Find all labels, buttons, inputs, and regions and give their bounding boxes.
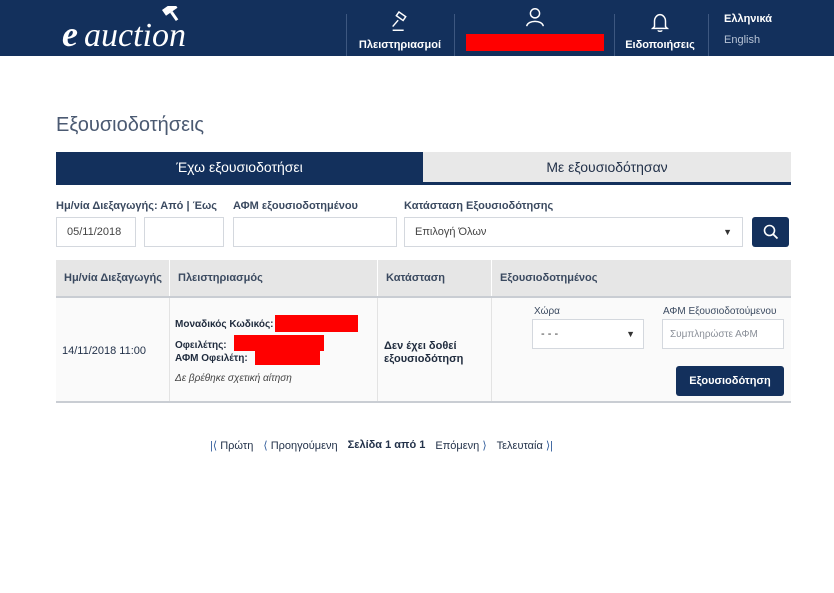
country-label: Χώρα (534, 306, 560, 317)
pagination-current: Σελίδα 1 από 1 (347, 439, 426, 451)
authorization-tabs: Έχω εξουσιοδοτήσει Με εξουσιοδότησαν (56, 152, 791, 185)
search-icon (763, 224, 778, 240)
chevron-right-icon: ⟩ (479, 439, 487, 452)
date-from-value: 05/11/2018 (67, 226, 122, 238)
lang-english[interactable]: English (724, 34, 760, 46)
table-header: Ημ/νία Διεξαγωγής Πλειστηριασμός Κατάστα… (56, 260, 791, 298)
date-to-input[interactable] (144, 217, 224, 247)
authorized-afm-input[interactable]: Συμπληρώστε ΑΦΜ (662, 319, 784, 349)
column-header-status: Κατάσταση (378, 260, 492, 296)
pagination-first[interactable]: |⟨ Πρώτη (210, 439, 253, 452)
authorization-status: Δεν έχει δοθεί εξουσιοδότηση (384, 340, 464, 365)
nav-auctions[interactable]: Πλειστηριασμοί (356, 0, 444, 56)
nav-notifications[interactable]: Ειδοποιήσεις (622, 0, 698, 56)
tab-authorized-me[interactable]: Με εξουσιοδότησαν (423, 152, 791, 182)
unique-code-redacted (275, 315, 358, 332)
column-header-date: Ημ/νία Διεξαγωγής (56, 260, 170, 296)
afm-filter-input[interactable] (233, 217, 397, 247)
debtor-label: Οφειλέτης: (175, 340, 227, 351)
pagination-last-label: Τελευταία (496, 439, 543, 452)
status-filter-label: Κατάσταση Εξουσιοδότησης (404, 200, 554, 212)
date-range-label: Ημ/νία Διεξαγωγής: Από | Έως (56, 200, 217, 212)
gavel-icon (392, 11, 407, 31)
cell-auction: Μοναδικός Κωδικός: Οφειλέτης: ΑΦΜ Οφειλέ… (170, 298, 378, 401)
tab-i-authorized[interactable]: Έχω εξουσιοδοτήσει (56, 152, 423, 182)
column-header-auction: Πλειστηριασμός (170, 260, 378, 296)
nav-notifications-label: Ειδοποιήσεις (625, 39, 695, 51)
authorized-afm-placeholder: Συμπληρώστε ΑΦΜ (670, 328, 758, 340)
nav-separator (614, 14, 615, 56)
country-select[interactable]: - - - ▼ (532, 319, 644, 349)
cell-status: Δεν έχει δοθεί εξουσιοδότηση (378, 298, 492, 401)
account-name-redacted (466, 34, 604, 51)
auction-date: 14/11/2018 11:00 (62, 345, 147, 357)
top-navigation-bar: e auction Πλειστηριασμοί Ειδοποιήσεις Ελ… (0, 0, 834, 56)
authorized-afm-label: ΑΦΜ Εξουσιοδοτούμενου (663, 306, 777, 317)
chevron-down-icon: ▼ (626, 329, 635, 339)
nav-auctions-label: Πλειστηριασμοί (358, 39, 442, 51)
pagination-next[interactable]: Επόμενη ⟩ (435, 439, 486, 452)
cell-date: 14/11/2018 11:00 (56, 298, 170, 401)
unique-code-label: Μοναδικός Κωδικός: (175, 319, 274, 330)
eauction-logo[interactable]: e auction (62, 6, 232, 50)
bell-icon (650, 13, 670, 33)
chevron-left-icon: ⟨ (263, 439, 271, 452)
pagination-previous[interactable]: ⟨ Προηγούμενη (263, 439, 337, 452)
user-icon (526, 8, 544, 27)
afm-filter-label: ΑΦΜ εξουσιοδοτημένου (233, 200, 358, 212)
pagination-last[interactable]: Τελευταία ⟩| (497, 439, 553, 452)
svg-text:e: e (62, 14, 78, 50)
page-title: Εξουσιοδοτήσεις (56, 114, 205, 136)
cell-authorized: Χώρα - - - ▼ ΑΦΜ Εξουσιοδοτούμενου Συμπλ… (492, 298, 791, 401)
pagination: |⟨ Πρώτη ⟨ Προηγούμενη Σελίδα 1 από 1 Επ… (210, 438, 563, 452)
nav-separator (454, 14, 455, 56)
country-value: - - - (541, 328, 559, 340)
chevron-down-icon: ▼ (723, 227, 732, 237)
tab-underline (56, 182, 791, 185)
table-row: 14/11/2018 11:00 Μοναδικός Κωδικός: Οφει… (56, 298, 791, 403)
column-header-authorized: Εξουσιοδοτημένος (500, 272, 598, 284)
nav-separator (708, 14, 709, 56)
lang-greek[interactable]: Ελληνικά (724, 13, 772, 25)
nav-account[interactable] (466, 0, 604, 56)
debtor-name-redacted (234, 335, 324, 351)
last-page-icon: ⟩| (542, 439, 554, 452)
date-from-input[interactable]: 05/11/2018 (56, 217, 136, 247)
status-filter-value: Επιλογή Όλων (415, 226, 487, 238)
pagination-first-label: Πρώτη (220, 439, 254, 452)
status-filter-select[interactable]: Επιλογή Όλων ▼ (404, 217, 743, 247)
svg-text:auction: auction (84, 17, 186, 50)
no-request-note: Δε βρέθηκε σχετική αίτηση (175, 373, 292, 384)
first-page-icon: |⟨ (210, 439, 221, 452)
debtor-afm-label: ΑΦΜ Οφειλέτη: (175, 353, 248, 364)
nav-separator (346, 14, 347, 56)
search-button[interactable] (752, 217, 789, 247)
pagination-previous-label: Προηγούμενη (270, 439, 338, 452)
authorize-button[interactable]: Εξουσιοδότηση (676, 366, 784, 396)
debtor-afm-redacted (255, 351, 320, 365)
pagination-next-label: Επόμενη (435, 439, 480, 452)
